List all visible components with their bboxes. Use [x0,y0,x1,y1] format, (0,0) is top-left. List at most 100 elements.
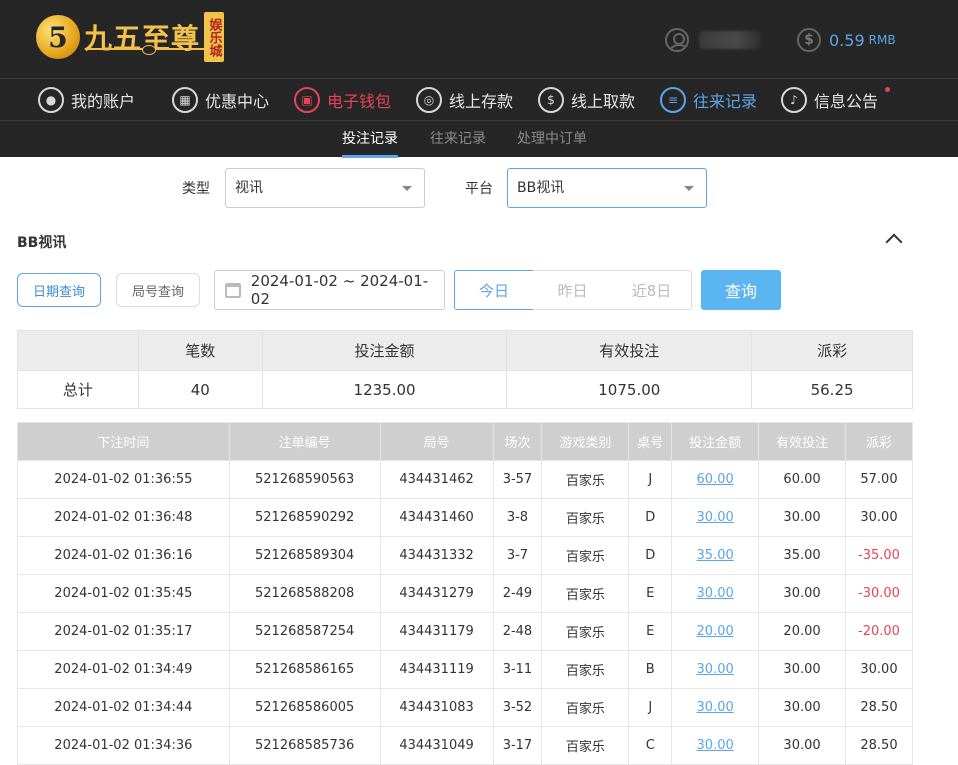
table-cell: 30.00 [671,688,760,727]
bet-amount-link[interactable]: 60.00 [697,472,734,487]
table-cell: E [628,574,673,613]
column-header: 有效投注 [758,422,846,461]
sub-tabs: 投注记录 往来记录 处理中订单 [0,120,958,158]
gift-icon: ▦ [172,87,198,113]
table-cell: 521268589304 [228,536,381,575]
summary-header [17,330,139,371]
table-cell: 521268586165 [228,650,381,689]
nav-label: 我的账户 [71,92,136,111]
logo-ornament [88,45,208,55]
table-cell: 百家乐 [541,498,630,537]
table-cell: -20.00 [844,612,914,651]
nav-deposit[interactable]: ◎ 线上存款 [416,79,513,121]
platform-select[interactable]: BB视讯 [507,168,707,208]
table-row: 2024-01-02 01:34:44 521268586005 434431083… [17,688,914,727]
table-row: 2024-01-02 01:35:45 521268588208 434431279… [17,574,914,613]
collapse-chevron-up-icon[interactable] [885,233,903,251]
nav-label: 往来记录 [693,92,758,111]
balance: $ 0.59 RMB [797,28,896,52]
top-bar: 5 九五至尊 娱乐城 $ 0.59 RMB [0,0,958,78]
nav-e-wallet[interactable]: ▣ 电子钱包 [294,79,391,121]
today-button[interactable]: 今日 [454,270,534,310]
dollar-coin-icon: $ [797,28,821,52]
bet-amount-link[interactable]: 30.00 [697,700,734,715]
bet-amount-link[interactable]: 30.00 [697,586,734,601]
table-cell: 30.00 [844,498,914,537]
table-cell: 20.00 [671,612,760,651]
summary-table: 笔数 投注金额 有效投注 派彩 总计 40 1235.00 1075.00 56… [17,330,913,409]
summary-total-row: 总计 40 1235.00 1075.00 56.25 [17,370,913,409]
bell-icon: ♪ [781,87,807,113]
tab-transactions[interactable]: 往来记录 [430,121,486,158]
round-query-button[interactable]: 局号查询 [116,273,200,307]
nav-records[interactable]: ≡ 往来记录 [660,79,757,121]
logo-mark: 5 [36,15,80,59]
table-cell: 3-17 [492,726,543,765]
table-cell: 2-48 [492,612,543,651]
date-range-value: 2024-01-02 ~ 2024-01-02 [250,272,429,308]
table-cell: 30.00 [758,726,846,765]
balance-value: 0.59 [829,30,865,50]
table-cell: 3-8 [492,498,543,537]
nav-my-account[interactable]: ● 我的账户 [38,79,135,121]
summary-header: 有效投注 [506,330,753,371]
nav-label: 线上取款 [571,92,636,111]
table-row: 2024-01-02 01:34:49 521268586165 434431119… [17,650,914,689]
table-cell: 百家乐 [541,650,630,689]
summary-cell: 56.25 [751,370,913,409]
table-cell: 3-7 [492,536,543,575]
table-cell: 30.00 [758,574,846,613]
withdraw-icon: $ [538,87,564,113]
table-cell: 30.00 [758,688,846,727]
logo-badge: 娱乐城 [204,12,225,62]
summary-cell: 1235.00 [261,370,508,409]
bet-amount-link[interactable]: 30.00 [697,510,734,525]
type-select[interactable]: 视讯 [225,168,425,208]
bet-amount-link[interactable]: 30.00 [697,738,734,753]
section-title: BB视讯 [17,235,67,251]
table-cell: 2024-01-02 01:35:45 [17,574,230,613]
nav-promotions[interactable]: ▦ 优惠中心 [172,79,269,121]
table-cell: 521268590563 [228,460,381,499]
last-8-days-button[interactable]: 近8日 [612,270,692,310]
table-cell: B [628,650,673,689]
summary-header: 派彩 [751,330,913,371]
table-cell: -30.00 [844,574,914,613]
table-cell: 百家乐 [541,726,630,765]
bet-amount-link[interactable]: 35.00 [697,548,734,563]
tab-bet-records[interactable]: 投注记录 [342,121,398,158]
notification-dot [885,87,891,92]
date-range-input[interactable]: 2024-01-02 ~ 2024-01-02 [214,270,445,310]
table-cell: 521268590292 [228,498,381,537]
nav-announcements[interactable]: ♪ 信息公告 [781,79,891,121]
calendar-icon [225,282,241,298]
nav-label: 信息公告 [814,92,879,111]
table-cell: 20.00 [758,612,846,651]
column-header: 投注金额 [671,422,760,461]
summary-cell: 总计 [17,370,139,409]
table-cell: 30.00 [671,498,760,537]
yesterday-button[interactable]: 昨日 [533,270,613,310]
nav-withdraw[interactable]: $ 线上取款 [538,79,635,121]
bet-amount-link[interactable]: 20.00 [697,624,734,639]
summary-header: 投注金额 [261,330,508,371]
query-button[interactable]: 查询 [701,270,781,310]
date-query-button[interactable]: 日期查询 [17,273,101,307]
type-label: 类型 [182,181,210,197]
table-cell: 521268588208 [228,574,381,613]
column-header: 游戏类别 [541,422,630,461]
bet-amount-link[interactable]: 30.00 [697,662,734,677]
table-cell: 434431332 [379,536,494,575]
logo[interactable]: 5 九五至尊 娱乐城 [36,12,225,62]
user-info[interactable] [665,28,761,52]
table-cell: 30.00 [671,726,760,765]
table-cell: 2024-01-02 01:36:55 [17,460,230,499]
table-cell: 434431179 [379,612,494,651]
table-cell: 2024-01-02 01:34:49 [17,650,230,689]
chevron-down-icon [684,186,694,191]
tab-pending-orders[interactable]: 处理中订单 [517,121,587,158]
table-cell: J [628,688,673,727]
table-header-row: 下注时间 注单编号 局号 场次 游戏类别 桌号 投注金额 有效投注 派彩 [17,422,914,461]
table-cell: 60.00 [758,460,846,499]
table-row: 2024-01-02 01:36:55 521268590563 434431462… [17,460,914,499]
